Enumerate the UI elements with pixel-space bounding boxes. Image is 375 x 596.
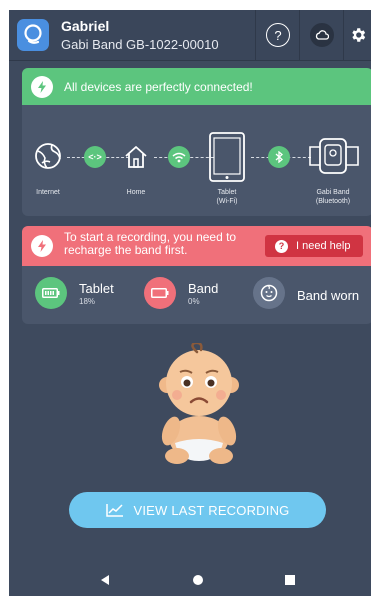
connection-status-text: All devices are perfectly connected! [64,80,253,94]
node-label-tablet: Tablet (Wi-Fi) [216,189,238,205]
view-last-recording-label: VIEW LAST RECORDING [133,502,290,518]
question-icon: ? [275,239,288,253]
user-name: Gabriel [61,18,110,34]
node-label-band: Gabi Band (Bluetooth) [315,189,351,205]
connection-banner: All devices are perfectly connected! [22,68,371,105]
band-icon [309,138,359,174]
app-screen: Gabriel Gabi Band GB-1022-00010 ? All de… [9,10,371,596]
sad-baby-illustration [159,343,239,464]
home-nav-icon[interactable] [192,574,204,586]
cloud-button[interactable] [299,10,344,60]
app-header: Gabriel Gabi Band GB-1022-00010 ? [9,10,371,61]
gabi-logo-icon [17,19,49,51]
globe-icon [35,143,61,169]
back-icon[interactable] [99,574,111,586]
band-worn-label: Band worn [297,288,360,303]
tablet-icon [209,132,245,182]
tablet-label: Tablet [79,281,114,296]
bolt-icon [31,76,53,98]
band-battery-icon [144,277,176,309]
recharge-banner: To start a recording, you need to rechar… [22,226,371,266]
bluetooth-icon [268,146,290,168]
status-card: To start a recording, you need to rechar… [22,226,371,324]
connection-card: All devices are perfectly connected! Int… [22,68,371,216]
tablet-battery-value: 18% [79,297,96,306]
band-battery-value: 0% [188,297,200,306]
tablet-battery-icon [35,277,67,309]
chart-line-icon [105,504,123,517]
bolt-icon [31,235,53,257]
question-circle-icon: ? [266,23,290,47]
node-label-home: Home [126,189,146,196]
home-icon [125,146,147,168]
connection-diagram: Internet <·> Home Tablet (Wi-Fi) Gabi Ba… [22,120,371,216]
node-label-internet: Internet [36,189,60,196]
wifi-icon [168,146,190,168]
need-help-button[interactable]: ? I need help [265,235,363,257]
settings-button[interactable] [343,10,371,60]
band-label: Band [188,281,219,296]
need-help-label: I need help [296,240,351,252]
system-nav-bar [9,568,371,596]
code-link-icon: <·> [84,146,106,168]
recents-icon[interactable] [284,574,296,586]
device-name: Gabi Band GB-1022-00010 [61,37,219,52]
view-last-recording-button[interactable]: VIEW LAST RECORDING [69,492,326,528]
cloud-icon [310,23,334,47]
help-button[interactable]: ? [255,10,300,60]
recharge-message: To start a recording, you need to rechar… [64,230,237,257]
gear-icon [352,28,366,42]
baby-face-icon [253,277,285,309]
